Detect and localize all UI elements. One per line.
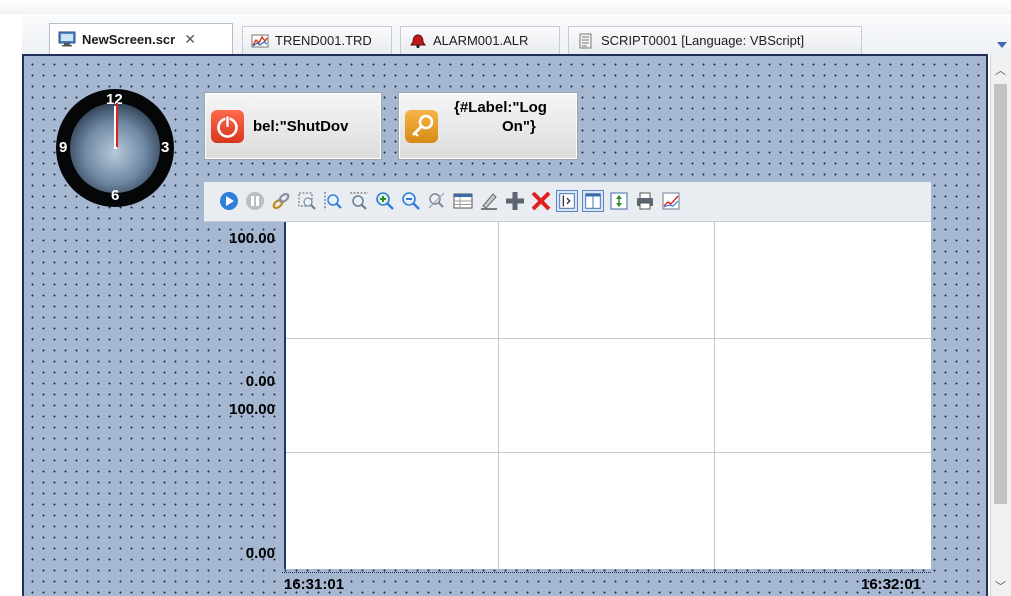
document-tab-bar: NewScreen.scr ✕ TREND001.TRD ALARM001.AL…	[22, 14, 1011, 54]
tab-label: ALARM001.ALR	[433, 33, 529, 48]
tab-script0001[interactable]: SCRIPT0001 [Language: VBScript]	[568, 26, 862, 54]
clock-number-9: 9	[59, 139, 68, 156]
alarm-bell-icon	[410, 33, 426, 48]
tab-trend001[interactable]: TREND001.TRD	[242, 26, 392, 54]
tab-label: NewScreen.scr	[82, 31, 176, 47]
y-axis-max-label-upper: 100.00	[229, 230, 275, 247]
clock-number-3: 3	[161, 139, 170, 156]
play-icon[interactable]	[218, 190, 240, 212]
zoom-area-icon[interactable]	[296, 190, 318, 212]
script-icon	[579, 33, 592, 48]
tab-label: TREND001.TRD	[275, 33, 372, 48]
screen-editor-canvas[interactable]: 12 3 6 9 bel:"ShutDov {#Label:"Log On"}	[22, 54, 988, 596]
grid-line-vertical	[498, 222, 499, 569]
scroll-up-arrow-icon[interactable]: ︿	[991, 62, 1010, 77]
logon-button-label-line2: On"}	[502, 118, 536, 135]
print-icon[interactable]	[634, 190, 656, 212]
chart-icon[interactable]	[660, 190, 682, 212]
y-axis-min-label-lower: 0.00	[245, 545, 275, 562]
pause-icon[interactable]	[244, 190, 266, 212]
grid-line-horizontal	[286, 452, 933, 453]
time-axis-end-label: 16:32:01	[861, 576, 922, 593]
scroll-thumb[interactable]	[994, 84, 1007, 504]
time-axis	[282, 572, 931, 575]
link-icon[interactable]	[270, 190, 292, 212]
tab-label: SCRIPT0001 [Language: VBScript]	[601, 33, 805, 48]
legend-icon[interactable]	[582, 190, 604, 212]
grid-line-horizontal	[286, 338, 933, 339]
tab-list-dropdown-icon[interactable]	[997, 42, 1007, 48]
table-icon[interactable]	[452, 190, 474, 212]
zoom-in-icon[interactable]	[374, 190, 396, 212]
y-axis-max-label-lower: 100.00	[229, 401, 275, 418]
tab-newscreen[interactable]: NewScreen.scr ✕	[49, 23, 233, 54]
cursor-icon[interactable]	[556, 190, 578, 212]
zoom-vertical-icon[interactable]	[322, 190, 344, 212]
vertical-scrollbar[interactable]: ︿ ﹀	[990, 54, 1011, 596]
clock-number-6: 6	[111, 187, 120, 204]
time-axis-start-label: 16:31:01	[284, 576, 345, 593]
tab-alarm001[interactable]: ALARM001.ALR	[400, 26, 560, 54]
window-top-shadow	[0, 0, 1011, 14]
delete-icon[interactable]	[530, 190, 552, 212]
scale-icon[interactable]	[608, 190, 630, 212]
y-axis-min-label-upper: 0.00	[245, 373, 275, 390]
logon-button[interactable]: {#Label:"Log On"}	[398, 92, 578, 160]
zoom-horizontal-icon[interactable]	[348, 190, 370, 212]
trend-chart-icon	[251, 34, 269, 47]
scroll-down-arrow-icon[interactable]: ﹀	[991, 578, 1010, 593]
shutdown-button-label: bel:"ShutDov	[253, 118, 349, 135]
add-icon[interactable]	[504, 190, 526, 212]
zoom-out-icon[interactable]	[400, 190, 422, 212]
grid-line-vertical	[714, 222, 715, 569]
analog-clock[interactable]: 12 3 6 9	[56, 89, 174, 207]
zoom-reset-icon[interactable]	[426, 190, 448, 212]
key-icon	[405, 110, 438, 143]
monitor-icon	[58, 31, 76, 47]
trend-plot-area[interactable]	[284, 222, 933, 569]
logon-button-label-line1: {#Label:"Log	[454, 99, 547, 116]
shutdown-button[interactable]: bel:"ShutDov	[204, 92, 382, 160]
close-icon[interactable]: ✕	[184, 31, 196, 48]
clock-second-hand	[116, 103, 118, 147]
power-icon	[211, 110, 244, 143]
pen-icon[interactable]	[478, 190, 500, 212]
trend-toolbar	[204, 182, 931, 222]
